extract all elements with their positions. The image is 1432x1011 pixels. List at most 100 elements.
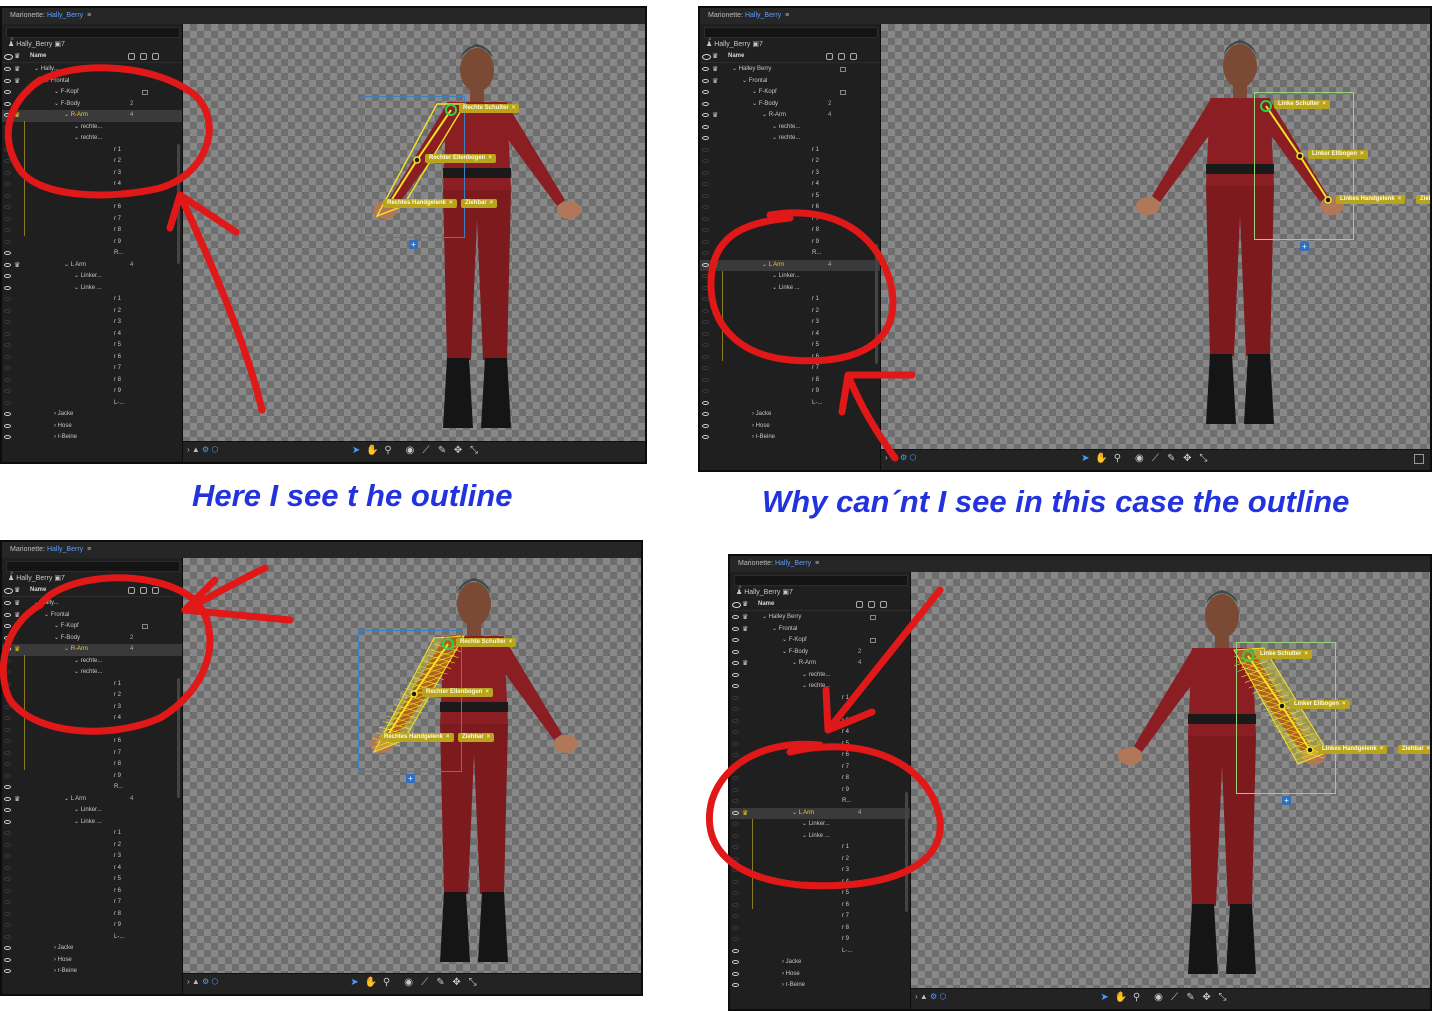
visibility-eye-icon[interactable] xyxy=(4,819,11,824)
layer-row[interactable]: r 1 xyxy=(700,294,880,306)
rig-tag[interactable]: Rechtes Handgelenk × xyxy=(380,733,454,742)
visibility-eye-icon[interactable] xyxy=(4,888,11,893)
layer-row[interactable]: r 5 xyxy=(700,191,880,203)
puppet-name[interactable]: Hally_Berry xyxy=(745,12,781,19)
layer-row[interactable]: ⌄ F-Body 2 xyxy=(730,647,910,659)
person-column-icon[interactable] xyxy=(152,53,159,60)
origin-icon[interactable]: ◉ xyxy=(403,977,415,989)
visibility-eye-icon[interactable] xyxy=(4,923,11,927)
tree-scrollbar[interactable] xyxy=(177,678,180,798)
layer-row[interactable]: ♛ ⌄ L Arm 4 xyxy=(2,260,182,272)
layer-row[interactable]: r 8 xyxy=(2,375,182,387)
layer-row[interactable]: r 4 xyxy=(730,877,910,889)
visibility-eye-icon[interactable] xyxy=(732,971,739,976)
search-input[interactable]: ⌕ xyxy=(734,575,908,591)
layer-row[interactable]: L-... xyxy=(2,932,182,944)
layer-row[interactable]: ♛ ⌄ R-Arm 4 xyxy=(700,110,880,122)
visibility-eye-icon[interactable] xyxy=(732,902,739,907)
rig-tag[interactable]: Rechte Schulter × xyxy=(459,104,520,113)
tree-scrollbar[interactable] xyxy=(905,792,908,912)
layer-row[interactable]: ⌄ rechte... xyxy=(700,122,880,134)
visibility-eye-icon[interactable] xyxy=(4,670,11,674)
remove-tag-icon[interactable]: × xyxy=(1304,651,1308,657)
visibility-eye-icon[interactable] xyxy=(4,842,11,847)
remove-tag-icon[interactable]: × xyxy=(509,639,513,645)
tree-scrollbar[interactable] xyxy=(875,244,878,364)
layer-row[interactable]: r 8 xyxy=(700,375,880,387)
origin-column-icon[interactable] xyxy=(128,53,135,60)
remove-tag-icon[interactable]: × xyxy=(485,689,489,695)
layer-row[interactable]: r 4 xyxy=(2,713,182,725)
panel-menu-icon[interactable]: ≡ xyxy=(785,12,789,19)
layer-row[interactable]: › Jacke xyxy=(2,943,182,955)
layer-row[interactable]: r 3 xyxy=(730,865,910,877)
layer-row[interactable]: r 2 xyxy=(2,840,182,852)
visibility-eye-icon[interactable] xyxy=(702,101,709,106)
rig-tag[interactable]: Rechtes Handgelenk × xyxy=(383,199,457,208)
layer-row[interactable]: ⌄ Linke ... xyxy=(2,283,182,295)
layer-row[interactable]: ⌄ F-Body 2 xyxy=(2,99,182,111)
visibility-eye-icon[interactable] xyxy=(732,764,739,769)
layer-row[interactable]: ♛ ⌄ R-Arm 4 xyxy=(2,644,182,656)
layer-row[interactable]: ⌄ Linke ... xyxy=(700,283,880,295)
visibility-eye-icon[interactable] xyxy=(702,285,709,290)
visibility-eye-icon[interactable] xyxy=(702,354,709,359)
visibility-eye-icon[interactable] xyxy=(4,612,11,617)
layer-row[interactable]: r 4 xyxy=(2,329,182,341)
layer-row[interactable]: r 5 xyxy=(2,191,182,203)
layer-row[interactable]: r 4 xyxy=(700,329,880,341)
visibility-eye-icon[interactable] xyxy=(4,113,11,117)
visibility-eye-icon[interactable] xyxy=(4,716,11,720)
layer-row[interactable]: ♛ ⌄ Frontal xyxy=(2,76,182,88)
lock-icon[interactable] xyxy=(840,90,846,95)
layer-row[interactable]: ⌄ F-Kopf xyxy=(700,87,880,99)
visibility-eye-icon[interactable] xyxy=(732,925,739,930)
search-input[interactable]: ⌕ xyxy=(6,27,180,43)
layer-row[interactable]: r 9 xyxy=(700,237,880,249)
selection-bounding-box[interactable] xyxy=(358,630,462,772)
visibility-eye-icon[interactable] xyxy=(732,822,739,826)
visibility-eye-icon[interactable] xyxy=(732,833,739,838)
visibility-eye-icon[interactable] xyxy=(4,285,11,290)
visibility-eye-icon[interactable] xyxy=(732,948,739,953)
layer-row[interactable]: r 7 xyxy=(2,363,182,375)
lock-column-icon[interactable] xyxy=(868,601,875,608)
visibility-eye-icon[interactable] xyxy=(4,124,11,129)
visibility-eye-icon[interactable] xyxy=(732,845,739,849)
hand-icon[interactable]: ✋ xyxy=(365,977,377,989)
layer-row[interactable]: ⌄ F-Kopf xyxy=(2,621,182,633)
layer-row[interactable]: r 9 xyxy=(730,934,910,946)
add-handle-icon[interactable]: + xyxy=(1300,242,1309,251)
visibility-eye-icon[interactable] xyxy=(732,684,739,688)
visibility-eye-icon[interactable] xyxy=(4,831,11,835)
layer-row[interactable]: r 1 xyxy=(2,294,182,306)
visibility-eye-icon[interactable] xyxy=(702,435,709,439)
name-column-header[interactable]: Name xyxy=(30,587,46,593)
name-column-header[interactable]: Name xyxy=(728,53,744,59)
remove-tag-icon[interactable]: × xyxy=(490,200,494,206)
visibility-eye-icon[interactable] xyxy=(4,216,11,221)
layer-row[interactable]: ⌄ rechte... xyxy=(700,133,880,145)
rig-tag[interactable]: Ziehbar× xyxy=(458,733,495,742)
layer-row[interactable]: › Hose xyxy=(2,955,182,967)
dragger-icon[interactable]: ✥ xyxy=(1201,992,1213,1004)
visibility-eye-icon[interactable] xyxy=(4,377,11,382)
visibility-eye-icon[interactable] xyxy=(4,182,11,186)
layer-row[interactable]: › Jacke xyxy=(700,409,880,421)
visibility-eye-icon[interactable] xyxy=(732,776,739,780)
selection-bounding-box[interactable] xyxy=(1254,92,1354,240)
visibility-eye-icon[interactable] xyxy=(702,320,709,324)
layer-row[interactable]: r 2 xyxy=(700,156,880,168)
layer-row[interactable]: › r-Beine xyxy=(2,966,182,978)
visibility-eye-icon[interactable] xyxy=(4,251,11,255)
visibility-eye-icon[interactable] xyxy=(4,946,11,950)
origin-column-icon[interactable] xyxy=(856,601,863,608)
layer-row[interactable]: r 7 xyxy=(730,762,910,774)
person-column-icon[interactable] xyxy=(850,53,857,60)
visibility-eye-icon[interactable] xyxy=(702,377,709,382)
layer-row[interactable]: r 3 xyxy=(2,317,182,329)
layer-row[interactable]: r 1 xyxy=(730,842,910,854)
rig-tag[interactable]: Ziehbar× xyxy=(1416,195,1430,204)
puppet-figure[interactable] xyxy=(911,572,1432,993)
layer-row[interactable]: L-... xyxy=(2,398,182,410)
